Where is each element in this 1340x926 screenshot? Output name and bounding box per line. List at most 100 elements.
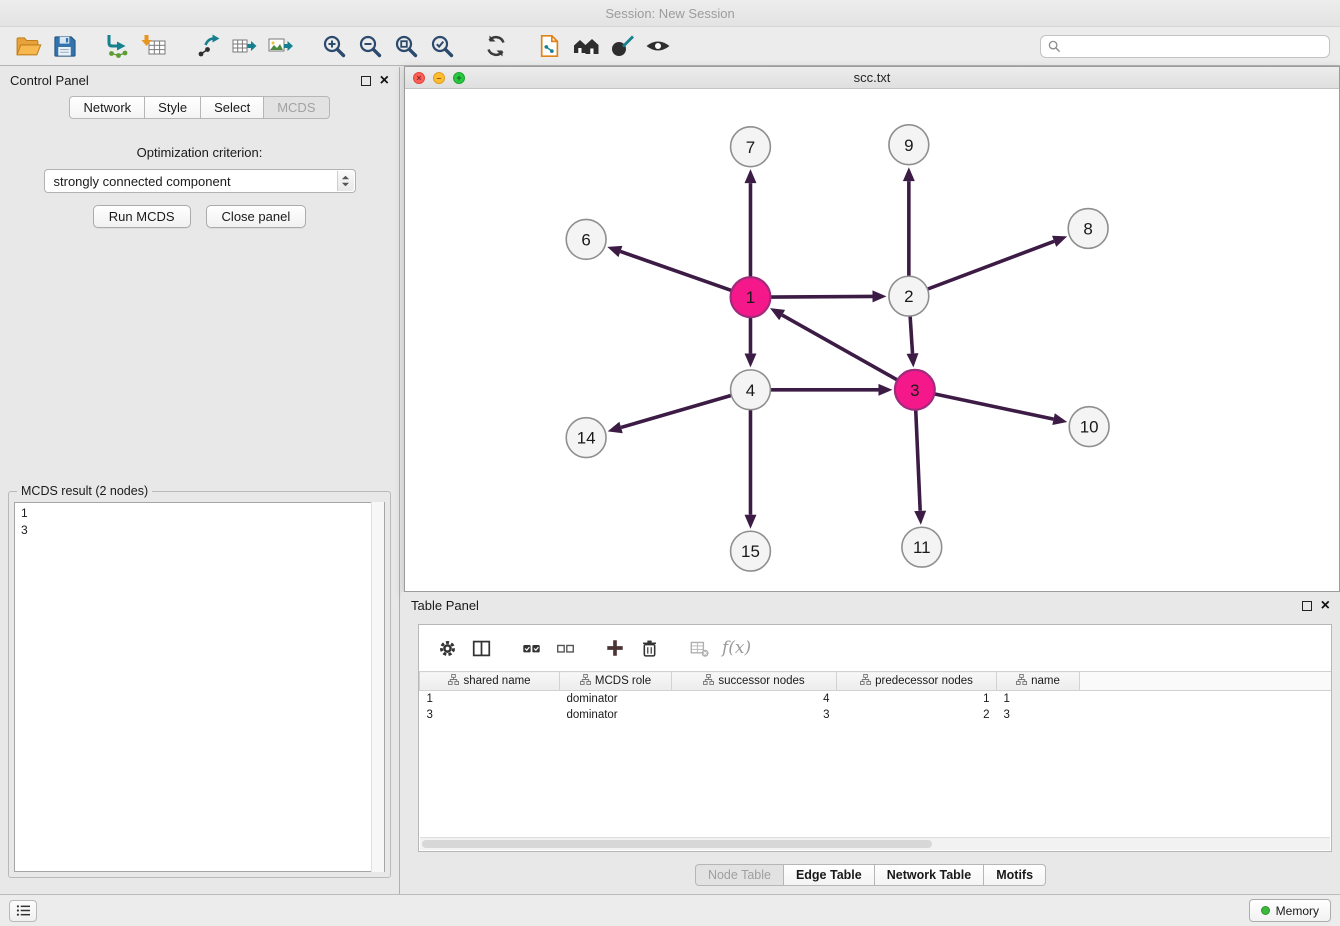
node-table: shared nameMCDS rolesuccessor nodesprede… xyxy=(419,671,1331,723)
float-table-panel-icon[interactable] xyxy=(1302,601,1312,611)
table-cell[interactable]: 3 xyxy=(420,707,560,723)
edge-2-3[interactable] xyxy=(910,316,912,353)
edge-3-10[interactable] xyxy=(934,394,1053,419)
table-cell-filler xyxy=(1080,691,1332,707)
export-network-button[interactable] xyxy=(190,29,226,63)
node-label: 14 xyxy=(577,429,596,448)
window-title: Session: New Session xyxy=(605,6,734,21)
optimization-select[interactable]: strongly connected component xyxy=(44,169,356,193)
edge-arrow xyxy=(907,353,919,367)
plus-icon xyxy=(605,638,625,658)
zoom-out-icon xyxy=(357,33,383,59)
import-table-icon xyxy=(141,33,167,59)
table-row[interactable]: 1dominator411 xyxy=(420,691,1332,707)
minimize-window-icon[interactable] xyxy=(433,72,445,84)
import-table-button[interactable] xyxy=(136,29,172,63)
mcds-result-text[interactable]: 13 xyxy=(14,502,385,872)
save-session-button[interactable] xyxy=(46,29,82,63)
tab-node-table[interactable]: Node Table xyxy=(695,864,784,886)
zoom-in-button[interactable] xyxy=(316,29,352,63)
table-horizontal-scrollbar[interactable] xyxy=(420,837,1330,850)
main-toolbar xyxy=(0,27,1340,66)
tab-network-table[interactable]: Network Table xyxy=(875,864,985,886)
zoom-window-icon[interactable] xyxy=(453,72,465,84)
import-network-button[interactable] xyxy=(100,29,136,63)
column-header-name[interactable]: name xyxy=(997,672,1080,691)
delete-column-button[interactable] xyxy=(634,633,664,663)
function-builder-button[interactable]: f(x) xyxy=(718,638,755,658)
tab-network[interactable]: Network xyxy=(69,96,145,119)
search-input[interactable] xyxy=(1066,39,1322,53)
tab-edge-table[interactable]: Edge Table xyxy=(784,864,875,886)
zoom-selected-button[interactable] xyxy=(424,29,460,63)
table-cell[interactable]: 1 xyxy=(420,691,560,707)
edge-2-8[interactable] xyxy=(927,241,1054,289)
export-image-button[interactable] xyxy=(262,29,298,63)
result-scrollbar[interactable] xyxy=(371,502,384,872)
export-network-icon xyxy=(195,33,221,59)
table-cell[interactable]: 4 xyxy=(672,691,837,707)
table-cell[interactable]: dominator xyxy=(560,707,672,723)
edge-3-11[interactable] xyxy=(916,410,920,511)
result-line: 3 xyxy=(21,522,378,539)
export-style-button[interactable] xyxy=(532,29,568,63)
table-cell[interactable]: 1 xyxy=(837,691,997,707)
close-table-panel-icon[interactable]: × xyxy=(1321,601,1330,611)
table-cell[interactable]: 3 xyxy=(997,707,1080,723)
tab-motifs[interactable]: Motifs xyxy=(984,864,1046,886)
import-network-icon xyxy=(105,33,131,59)
tab-select[interactable]: Select xyxy=(201,96,264,119)
close-window-icon[interactable] xyxy=(413,72,425,84)
task-history-button[interactable] xyxy=(9,900,37,922)
table-row[interactable]: 3dominator323 xyxy=(420,707,1332,723)
network-window-title: scc.txt xyxy=(854,70,891,85)
trash-icon xyxy=(640,639,659,658)
table-cell[interactable]: dominator xyxy=(560,691,672,707)
first-neighbors-button[interactable] xyxy=(568,29,604,63)
edge-arrow xyxy=(607,246,622,257)
node-label: 6 xyxy=(581,230,590,249)
close-panel-button[interactable]: Close panel xyxy=(206,205,307,228)
zoom-in-icon xyxy=(321,33,347,59)
edge-1-2[interactable] xyxy=(770,296,872,297)
export-table-button[interactable] xyxy=(226,29,262,63)
unselect-all-columns-button[interactable] xyxy=(550,633,580,663)
tab-style[interactable]: Style xyxy=(145,96,201,119)
network-canvas[interactable]: 7968124314101511 xyxy=(405,89,1339,591)
column-header-shared-name[interactable]: shared name xyxy=(420,672,560,691)
edge-arrow xyxy=(745,169,757,183)
table-tabs: Node TableEdge TableNetwork TableMotifs xyxy=(401,864,1340,886)
float-panel-icon[interactable] xyxy=(361,76,371,86)
edge-1-6[interactable] xyxy=(620,251,731,290)
edge-4-14[interactable] xyxy=(621,395,731,427)
column-header-predecessor-nodes[interactable]: predecessor nodes xyxy=(837,672,997,691)
control-panel-header: Control Panel × xyxy=(0,67,399,94)
search-field[interactable] xyxy=(1040,35,1330,58)
memory-button[interactable]: Memory xyxy=(1249,899,1331,922)
delete-table-button[interactable] xyxy=(684,633,714,663)
column-header-mcds-role[interactable]: MCDS role xyxy=(560,672,672,691)
split-columns-button[interactable] xyxy=(466,633,496,663)
zoom-out-button[interactable] xyxy=(352,29,388,63)
table-cell[interactable]: 3 xyxy=(672,707,837,723)
scrollbar-thumb[interactable] xyxy=(422,840,932,848)
network-window: scc.txt 7968124314101511 xyxy=(404,66,1340,592)
network-window-titlebar[interactable]: scc.txt xyxy=(405,67,1339,89)
node-table-body: 1dominator4113dominator323 xyxy=(420,691,1332,723)
close-panel-icon[interactable]: × xyxy=(380,76,389,86)
table-settings-button[interactable] xyxy=(432,633,462,663)
open-file-button[interactable] xyxy=(10,29,46,63)
zoom-fit-button[interactable] xyxy=(388,29,424,63)
apply-style-button[interactable] xyxy=(604,29,640,63)
table-cell[interactable]: 1 xyxy=(997,691,1080,707)
add-column-button[interactable] xyxy=(600,633,630,663)
tab-mcds[interactable]: MCDS xyxy=(264,96,329,119)
apply-layout-button[interactable] xyxy=(478,29,514,63)
select-all-columns-button[interactable] xyxy=(516,633,546,663)
run-mcds-button[interactable]: Run MCDS xyxy=(93,205,191,228)
column-header-successor-nodes[interactable]: successor nodes xyxy=(672,672,837,691)
edge-3-1[interactable] xyxy=(782,315,897,380)
table-cell[interactable]: 2 xyxy=(837,707,997,723)
show-hide-button[interactable] xyxy=(640,29,676,63)
edge-arrow xyxy=(1052,413,1067,425)
